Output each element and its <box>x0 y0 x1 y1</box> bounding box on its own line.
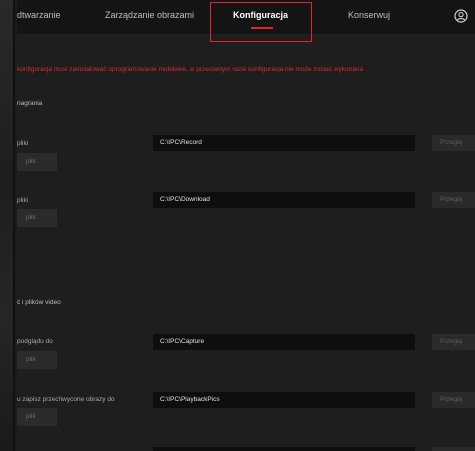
record-path-label: pliki <box>17 140 29 147</box>
capture-path-field[interactable]: C:\IPC\Capture <box>153 334 415 350</box>
download-path-field[interactable]: C:\IPC\Download <box>153 192 415 208</box>
section-title-recording: nagrania <box>17 100 43 107</box>
record-path-field[interactable]: C:\IPC\Record <box>153 135 415 151</box>
download-browse-button[interactable]: Przeglą <box>432 192 475 208</box>
configuration-panel: dtwarzanie Zarządzanie obrazami Konfigur… <box>17 0 475 451</box>
tab-maintenance[interactable]: Konserwuj <box>348 10 390 20</box>
record-browse-button[interactable]: Przeglą <box>432 135 475 151</box>
playback-pics-browse-button[interactable]: Przeglą <box>432 392 475 408</box>
playback-pics-path-field[interactable]: C:\IPC\PlaybackPics <box>153 392 415 408</box>
capture-path-label: podglądu do <box>17 338 53 345</box>
app-window: dtwarzanie Zarządzanie obrazami Konfigur… <box>0 0 475 451</box>
record-open-file-button[interactable]: plik <box>17 153 57 171</box>
tab-image-management[interactable]: Zarządzanie obrazami <box>105 10 194 20</box>
next-path-field-partial[interactable] <box>153 447 415 451</box>
download-path-label: pliki <box>17 197 29 204</box>
capture-open-file-button[interactable]: plik <box>17 351 57 369</box>
warning-message: konfiguracja musi zainstalować oprogramo… <box>17 66 364 73</box>
capture-browse-button[interactable]: Przeglą <box>432 334 475 350</box>
playback-pics-path-label: u zapisz przechwycone obrazy do <box>17 396 115 403</box>
tab-playback[interactable]: dtwarzanie <box>17 10 61 20</box>
user-circle-icon[interactable] <box>454 9 468 23</box>
tab-highlight-box <box>210 2 312 42</box>
next-browse-button-partial[interactable] <box>432 447 475 451</box>
background-window-edge <box>0 0 15 451</box>
download-open-file-button[interactable]: plik <box>17 209 57 227</box>
section-title-images-videos: ć i plików video <box>17 299 61 306</box>
playback-pics-open-file-button[interactable]: plik <box>17 408 57 426</box>
